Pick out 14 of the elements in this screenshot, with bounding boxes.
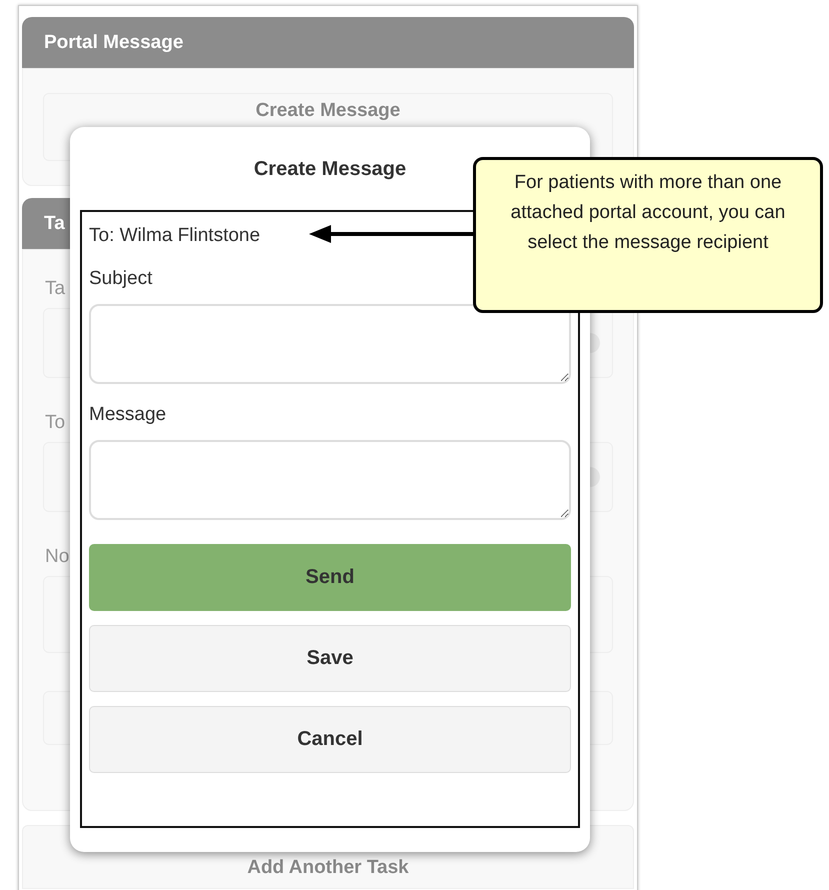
field-label: No	[45, 546, 70, 568]
field-label: Subject	[89, 268, 152, 290]
dialog-button[interactable]: Save	[89, 625, 571, 692]
dialog-button[interactable]: Send	[89, 544, 571, 611]
text-area[interactable]	[89, 440, 571, 520]
arrow-icon	[309, 224, 475, 244]
field-label: To	[45, 412, 66, 434]
field-label: Ta	[45, 278, 66, 300]
section-header: Portal Message	[22, 17, 634, 68]
callout-tooltip: For patients with more than one attached portal account, you can select the message recipient	[473, 157, 823, 313]
dialog-button[interactable]: Cancel	[89, 706, 571, 773]
recipient-label: To: Wilma Flintstone	[89, 225, 260, 247]
dialog-title: Create Message	[254, 158, 406, 182]
field-label: Message	[89, 404, 166, 426]
